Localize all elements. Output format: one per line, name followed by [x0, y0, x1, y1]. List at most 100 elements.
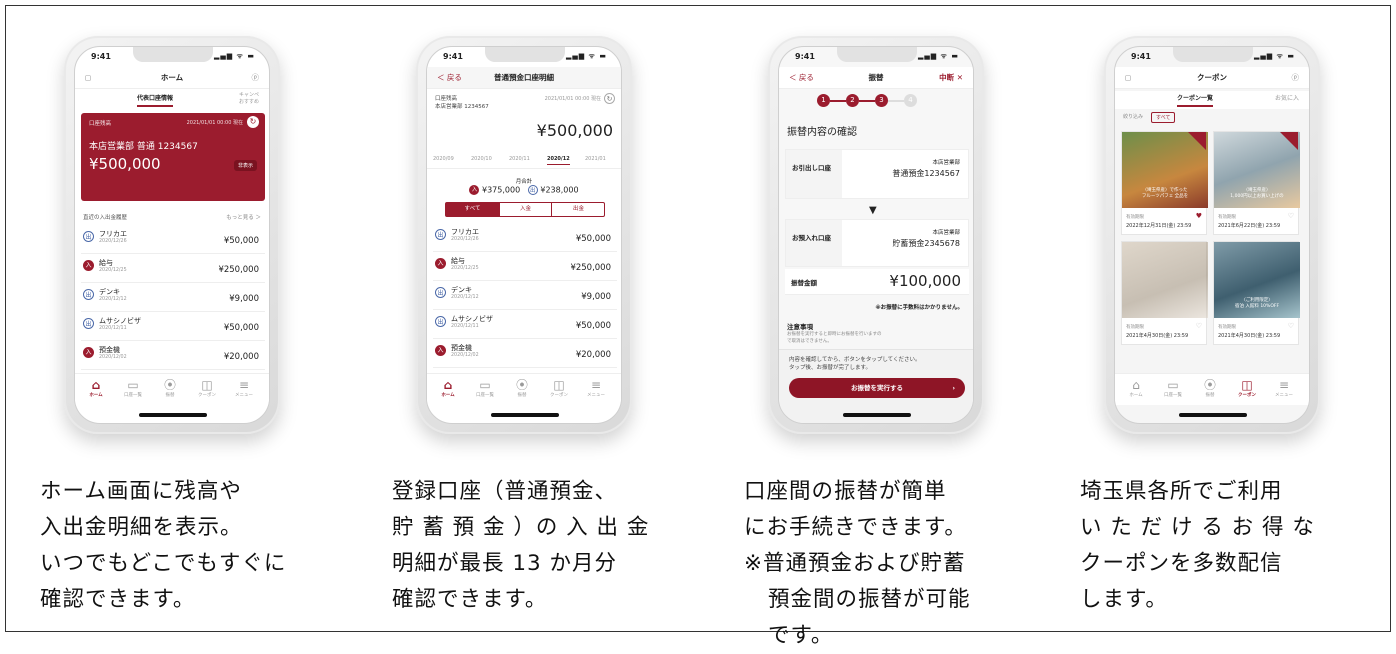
tab-label: 振替: [1205, 393, 1215, 398]
to-account: 貯蓄預金2345678: [892, 239, 960, 248]
caption-line: い た だ け る お 得 な: [1080, 515, 1315, 540]
transaction-row[interactable]: 入預金機 2020/12/02 ¥20,000: [81, 341, 265, 370]
tab-account-info[interactable]: 代表口座情報: [137, 93, 174, 107]
transaction-date: 2020/12/12: [451, 295, 479, 300]
transaction-date: 2020/12/02: [451, 353, 479, 358]
coupon-card[interactable]: 〈埼玉県産〉で作った フルーツパフェ 全品を 有効期限 2022年12月31日(金)…: [1121, 131, 1208, 235]
transaction-row[interactable]: 出フリカエ 2020/12/26 ¥50,000: [433, 223, 617, 252]
coupon-image: [1122, 242, 1208, 318]
account-name: 本店営業部 1234567: [435, 104, 489, 110]
tab-transfer[interactable]: ⦿ 振替: [1195, 378, 1225, 398]
to-branch: 本店営業部: [932, 230, 960, 236]
step-4: 4: [904, 94, 917, 107]
filter-label[interactable]: 絞り込み: [1123, 113, 1143, 120]
month-tab[interactable]: 2021/01: [585, 156, 606, 162]
tab-accounts[interactable]: ▭ 口座一覧: [1158, 378, 1188, 398]
tab-coupon[interactable]: ◫ クーポン: [192, 378, 222, 398]
month-tab[interactable]: 2020/09: [433, 156, 454, 162]
favorite-heart-icon[interactable]: ♡: [1196, 322, 1202, 330]
tab-accounts[interactable]: ▭ 口座一覧: [118, 378, 148, 398]
tab-menu[interactable]: ≡ メニュー: [1269, 378, 1299, 398]
tab-home[interactable]: ⌂ ホーム: [81, 378, 111, 398]
deposit-badge-icon: 入: [469, 185, 480, 195]
segment-all[interactable]: すべて: [446, 203, 499, 216]
valid-date: 2021年4月30日(金) 23:59: [1126, 333, 1189, 339]
tab-label: 振替: [165, 393, 175, 398]
valid-date: 2022年12月31日(金) 23:59: [1126, 223, 1192, 229]
transaction-row[interactable]: 出ムサシノビザ 2020/12/11 ¥50,000: [433, 310, 617, 339]
segment-deposit[interactable]: 入金: [499, 203, 552, 216]
month-tab-active[interactable]: 2020/12: [547, 156, 570, 165]
notification-icon[interactable]: ◻: [1125, 67, 1131, 89]
back-button[interactable]: ＜ 戻る: [437, 67, 462, 89]
bottom-tab-bar: ⌂ ホーム ▭ 口座一覧 ⦿ 振替 ◫ クーポン ≡ メニュー: [427, 373, 621, 405]
tab-label: クーポン: [550, 393, 568, 398]
fee-note: ※お振替に手数料はかかりません。: [875, 305, 963, 311]
tab-home[interactable]: ⌂ ホーム: [1121, 378, 1151, 398]
notification-icon[interactable]: ◻: [85, 67, 91, 89]
feature-caption: 登録口座（普通預金、 貯 蓄 預 金 ）の 入 出 金 明細が最長 13 か月分…: [392, 474, 682, 618]
tab-coupon[interactable]: ◫ クーポン: [1232, 378, 1262, 398]
history-heading: 直近の入出金履歴: [83, 215, 128, 221]
tab-home[interactable]: ⌂ ホーム: [433, 378, 463, 398]
hide-balance-button[interactable]: 非表示: [233, 160, 257, 171]
status-bar: 9:41 ▂▄▆ ᯤ ▬: [779, 51, 973, 65]
tab-accounts[interactable]: ▭ 口座一覧: [470, 378, 500, 398]
transaction-amount: ¥50,000: [223, 323, 259, 333]
tab-label: 振替: [517, 393, 527, 398]
help-icon[interactable]: ⓟ: [1292, 67, 1300, 89]
cancel-button[interactable]: 中断 ✕: [939, 67, 963, 89]
coupon-card[interactable]: 〈ご利用限定〉 宿泊 入館料 10%OFF 有効期限 2021年4月30日(金) 2…: [1213, 241, 1300, 345]
tab-coupon[interactable]: ◫ クーポン: [544, 378, 574, 398]
favorite-heart-icon[interactable]: ♡: [1288, 322, 1294, 330]
refresh-icon[interactable]: ↻: [604, 93, 615, 104]
transaction-row[interactable]: 出デンキ 2020/12/12 ¥9,000: [433, 281, 617, 310]
tab-favorites[interactable]: お気に入: [1275, 93, 1299, 102]
transaction-amount: ¥20,000: [575, 350, 611, 360]
month-tab[interactable]: 2020/11: [509, 156, 530, 162]
transaction-row[interactable]: 出ムサシノビザ 2020/12/11 ¥50,000: [81, 312, 265, 341]
refresh-icon[interactable]: ↻: [247, 116, 259, 128]
tab-coupon-list[interactable]: クーポン一覧: [1177, 93, 1214, 107]
tab-label: クーポン: [198, 393, 216, 398]
coupon-screen: 9:41 ▂▄▆ ᯤ ▬ ◻ クーポン ⓟ クーポン一覧 お気に入 絞り込み す…: [1114, 46, 1310, 424]
back-button[interactable]: ＜ 戻る: [789, 67, 814, 89]
execute-transfer-button[interactable]: お振替を実行する ›: [789, 378, 965, 398]
transaction-amount: ¥50,000: [223, 236, 259, 246]
transaction-row[interactable]: 入給与 2020/12/25 ¥250,000: [433, 252, 617, 281]
account-name: 本店営業部 普通 1234567: [89, 142, 198, 152]
home-indicator: [843, 413, 911, 417]
coupon-card[interactable]: 有効期限 2021年4月30日(金) 23:59 ♡: [1121, 241, 1208, 345]
tab-menu[interactable]: ≡ メニュー: [581, 378, 611, 398]
month-tab[interactable]: 2020/10: [471, 156, 492, 162]
feature-caption: ホーム画面に残高や 入出金明細を表示。 いつでもどこでもすぐに 確認できます。: [40, 474, 330, 618]
to-account-row: お預入れ口座 本店営業部 貯蓄預金2345678: [785, 219, 969, 267]
segment-withdrawal[interactable]: 出金: [552, 203, 605, 216]
notice-text: お振替を実行すると即時にお振替を行いますの で取消はできません。: [787, 332, 882, 344]
favorite-heart-icon[interactable]: ♡: [1288, 212, 1294, 220]
favorite-heart-icon[interactable]: ♥: [1196, 212, 1202, 220]
tab-label: 口座一覧: [476, 393, 494, 398]
transaction-row[interactable]: 出フリカエ 2020/12/26 ¥50,000: [81, 225, 265, 254]
filter-segment: すべて 入金 出金: [445, 202, 605, 217]
transaction-name: フリカエ: [99, 230, 127, 238]
tab-transfer[interactable]: ⦿ 振替: [155, 378, 185, 398]
transaction-name: ムサシノビザ: [99, 317, 141, 325]
transaction-row[interactable]: 入給与 2020/12/25 ¥250,000: [81, 254, 265, 283]
status-time: 9:41: [443, 52, 463, 61]
transaction-row[interactable]: 出デンキ 2020/12/12 ¥9,000: [81, 283, 265, 312]
tab-transfer[interactable]: ⦿ 振替: [507, 378, 537, 398]
transaction-amount: ¥250,000: [218, 265, 259, 275]
caption-line: クーポンを多数配信: [1080, 551, 1283, 576]
help-icon[interactable]: ⓟ: [252, 67, 260, 89]
withdrawal-badge-icon: 出: [435, 229, 446, 240]
filter-all-chip[interactable]: すべて: [1151, 112, 1176, 123]
caption-line: 埼玉県各所でご利用: [1080, 479, 1283, 504]
transaction-row[interactable]: 入預金機 2020/12/02 ¥20,000: [433, 339, 617, 368]
tab-campaign[interactable]: キャンペ おすすめ: [239, 91, 259, 105]
tab-menu[interactable]: ≡ メニュー: [229, 378, 259, 398]
more-link[interactable]: もっと見る ＞: [226, 213, 261, 221]
coupon-card[interactable]: 〈埼玉県産〉 1,000円以上お買い上げの 有効期限 2021年6月22日(金) 2…: [1213, 131, 1300, 235]
to-account-label: お預入れ口座: [786, 220, 842, 266]
transaction-date: 2020/12/02: [99, 355, 127, 360]
